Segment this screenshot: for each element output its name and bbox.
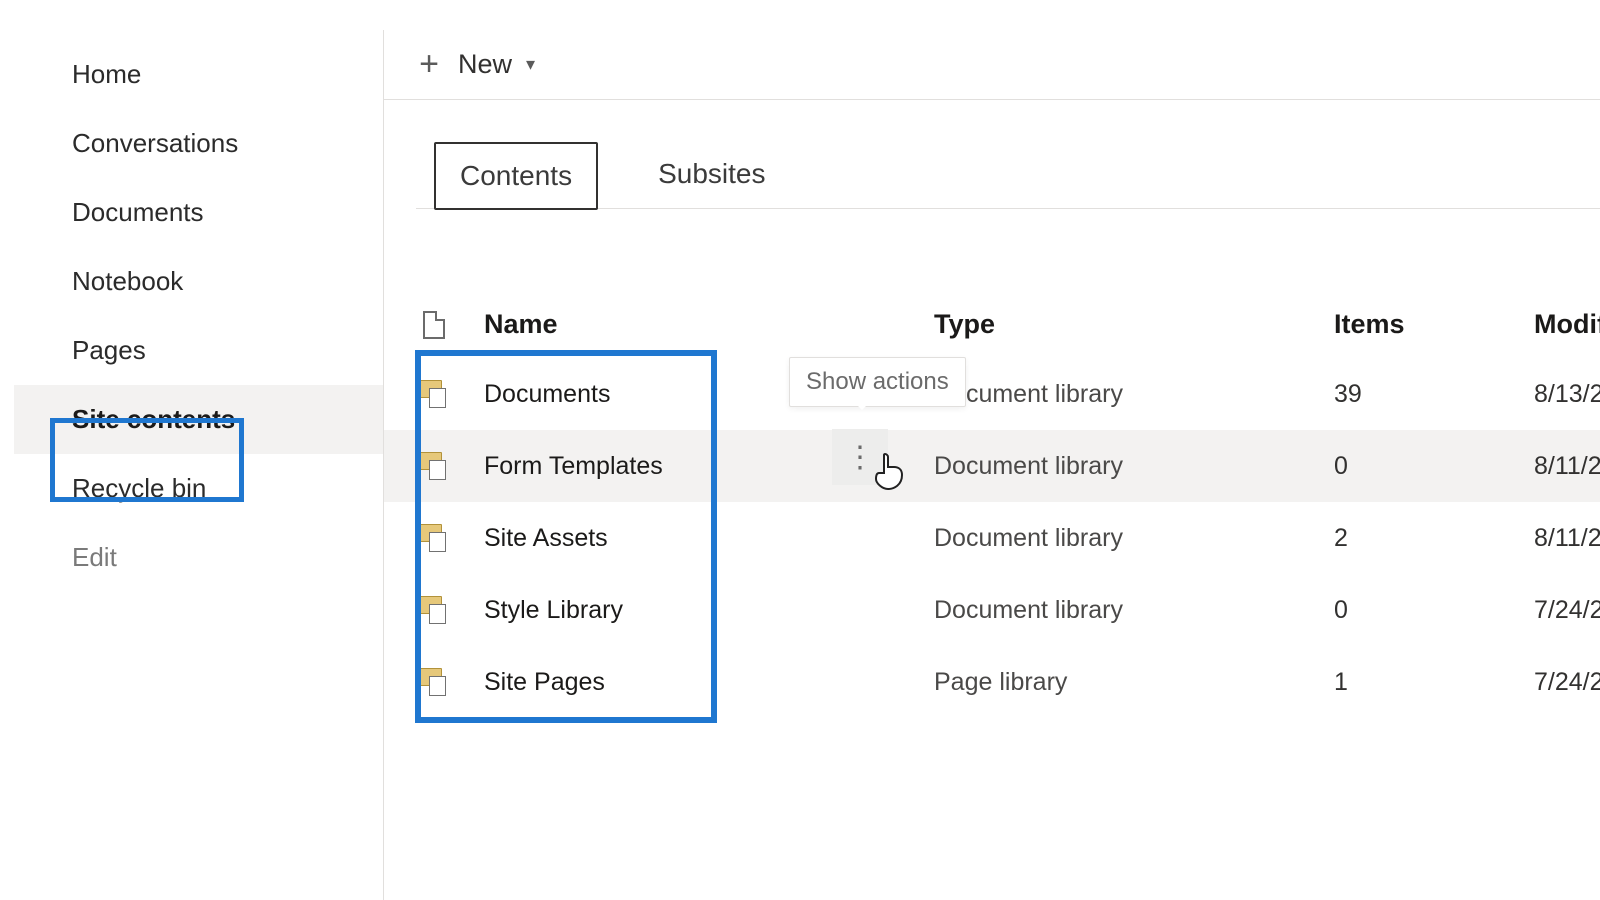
document-library-icon <box>420 452 448 480</box>
chevron-down-icon[interactable]: ▾ <box>526 54 535 75</box>
row-items: 39 <box>1334 380 1534 409</box>
contents-table: Name Type Items Modified Documents Docum… <box>384 309 1600 718</box>
main-content: + New ▾ Contents Subsites Name Type Item… <box>384 30 1600 900</box>
new-button[interactable]: New <box>458 49 512 80</box>
row-modified: 7/24/2021 10: <box>1534 596 1600 625</box>
row-name[interactable]: Style Library <box>484 596 934 625</box>
row-icon <box>384 596 484 624</box>
document-library-icon <box>420 668 448 696</box>
top-bar <box>0 0 1600 6</box>
sidebar-item-pages[interactable]: Pages <box>14 316 383 385</box>
document-library-icon <box>420 524 448 552</box>
table-row[interactable]: Documents Document library 39 8/13/2021 … <box>384 358 1600 430</box>
row-type: Document library <box>934 524 1334 553</box>
row-items: 0 <box>1334 596 1534 625</box>
tab-contents[interactable]: Contents <box>434 142 598 210</box>
row-icon <box>384 668 484 696</box>
row-items: 0 <box>1334 452 1534 481</box>
row-type: Page library <box>934 668 1334 697</box>
sidebar: Home Conversations Documents Notebook Pa… <box>14 30 384 900</box>
sidebar-item-site-contents[interactable]: Site contents <box>14 385 383 454</box>
row-modified: 8/11/2021 4:4 <box>1534 452 1600 481</box>
table-row[interactable]: Form Templates Document library 0 8/11/2… <box>384 430 1600 502</box>
sidebar-item-conversations[interactable]: Conversations <box>14 109 383 178</box>
row-modified: 8/11/2021 4:4 <box>1534 524 1600 553</box>
file-icon <box>423 311 445 339</box>
header-modified[interactable]: Modified <box>1534 309 1600 340</box>
table-row[interactable]: Site Pages Page library 1 7/24/2021 10: <box>384 646 1600 718</box>
show-actions-tooltip: Show actions <box>789 357 966 407</box>
document-library-icon <box>420 380 448 408</box>
command-bar: + New ▾ <box>384 30 1600 100</box>
row-modified: 7/24/2021 10: <box>1534 668 1600 697</box>
table-row[interactable]: Style Library Document library 0 7/24/20… <box>384 574 1600 646</box>
sidebar-item-recycle-bin[interactable]: Recycle bin <box>14 454 383 523</box>
row-type: Document library <box>934 596 1334 625</box>
plus-icon: + <box>414 50 444 80</box>
row-type: Document library <box>934 452 1334 481</box>
table-row[interactable]: Site Assets Document library 2 8/11/2021… <box>384 502 1600 574</box>
table-header: Name Type Items Modified <box>384 309 1600 358</box>
header-name[interactable]: Name <box>484 309 934 340</box>
row-icon <box>384 524 484 552</box>
header-icon-col <box>384 311 484 339</box>
more-vertical-icon <box>845 440 875 475</box>
document-library-icon <box>420 596 448 624</box>
header-type[interactable]: Type <box>934 309 1334 340</box>
row-icon <box>384 452 484 480</box>
row-items: 2 <box>1334 524 1534 553</box>
sidebar-item-home[interactable]: Home <box>14 40 383 109</box>
row-name[interactable]: Site Pages <box>484 668 934 697</box>
sidebar-edit-link[interactable]: Edit <box>14 523 383 592</box>
sidebar-item-documents[interactable]: Documents <box>14 178 383 247</box>
header-items[interactable]: Items <box>1334 309 1534 340</box>
tab-subsites[interactable]: Subsites <box>634 142 789 210</box>
row-name[interactable]: Site Assets <box>484 524 934 553</box>
row-type: Document library <box>934 380 1334 409</box>
row-modified: 8/13/2021 10:4 <box>1534 380 1600 409</box>
row-icon <box>384 380 484 408</box>
row-actions-button[interactable] <box>832 429 888 485</box>
sidebar-item-notebook[interactable]: Notebook <box>14 247 383 316</box>
tabs: Contents Subsites <box>416 100 1600 209</box>
row-items: 1 <box>1334 668 1534 697</box>
